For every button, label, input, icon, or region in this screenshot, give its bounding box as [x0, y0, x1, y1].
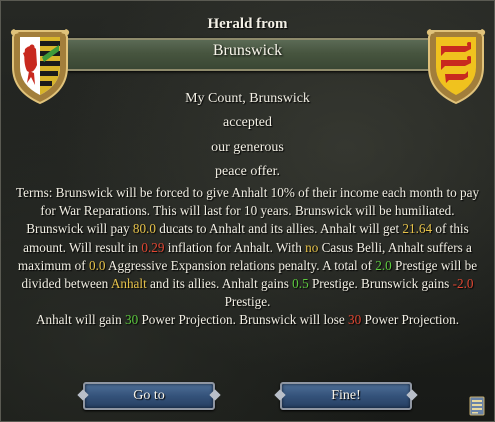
- no-casus-belli: no: [305, 239, 319, 255]
- terms-text: Anhalt will gain: [35, 312, 125, 328]
- message-line-2: accepted: [223, 115, 272, 130]
- message-line-4: peace offer.: [214, 164, 281, 179]
- fine-button[interactable]: Fine!: [280, 382, 412, 410]
- brunswick-prestige-value: -2.0: [452, 276, 474, 292]
- terms-text: ducats to Anhalt and its allies. Anhalt …: [155, 221, 403, 237]
- anhalt-share-value: 21.64: [402, 221, 433, 237]
- terms-text: Aggressive Expansion relations penalty. …: [105, 257, 376, 273]
- terms-text: inflation for Anhalt. With: [164, 239, 306, 255]
- inflation-value: 0.29: [141, 239, 165, 255]
- dialog-title: Herald from: [207, 16, 288, 32]
- terms-text: Prestige.: [224, 294, 271, 310]
- power-projection-gain-value: 30: [124, 312, 139, 328]
- power-projection-loss-value: 30: [348, 312, 362, 328]
- herald-dialog: Herald from Brunswick My Count, Brunswic…: [0, 0, 495, 422]
- ledger-icon[interactable]: [468, 396, 486, 416]
- anhalt-prestige-value: 0.5: [292, 276, 309, 292]
- terms-text: Power Projection.: [361, 312, 460, 328]
- prestige-total-value: 2.0: [375, 257, 392, 273]
- go-to-button[interactable]: Go to: [83, 382, 215, 410]
- message-line-3: our generous: [211, 140, 284, 155]
- aggressive-expansion-value: 0.0: [88, 257, 106, 273]
- terms-text: Power Projection. Brunswick will lose: [138, 312, 349, 328]
- anhalt-name: Anhalt: [110, 276, 147, 292]
- sender-name: Brunswick: [212, 42, 283, 59]
- peace-terms: Terms: Brunswick will be forced to give …: [11, 184, 484, 330]
- message-line-1: My Count, Brunswick: [185, 91, 310, 106]
- terms-text: Prestige. Brunswick gains: [308, 276, 453, 292]
- terms-text: and its allies. Anhalt gains: [146, 276, 293, 292]
- ducats-value: 80.0: [132, 221, 156, 237]
